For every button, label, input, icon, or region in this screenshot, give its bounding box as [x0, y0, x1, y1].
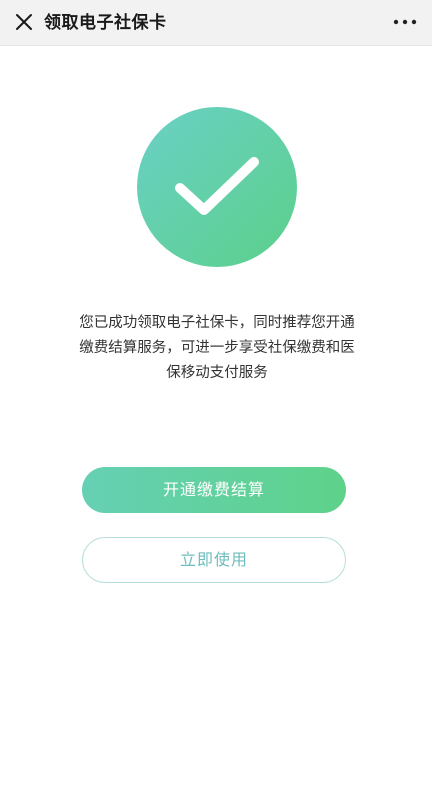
success-badge	[137, 107, 297, 267]
page-title: 领取电子社保卡	[44, 13, 167, 33]
enable-payment-button[interactable]: 开通缴费结算	[82, 467, 346, 513]
use-now-button[interactable]: 立即使用	[82, 537, 346, 583]
close-icon	[16, 14, 32, 30]
success-message: 您已成功领取电子社保卡，同时推荐您开通缴费结算服务，可进一步享受社保缴费和医保移…	[79, 315, 355, 381]
more-options-button[interactable]	[390, 8, 420, 36]
check-icon	[175, 157, 259, 215]
close-button[interactable]	[10, 8, 38, 36]
more-icon	[393, 19, 417, 25]
app-screen: 领取电子社保卡 您已成功领取电子社保卡，同时推荐您开通缴费结算服务，可进一步享受…	[0, 0, 432, 787]
top-bar: 领取电子社保卡	[0, 0, 432, 46]
